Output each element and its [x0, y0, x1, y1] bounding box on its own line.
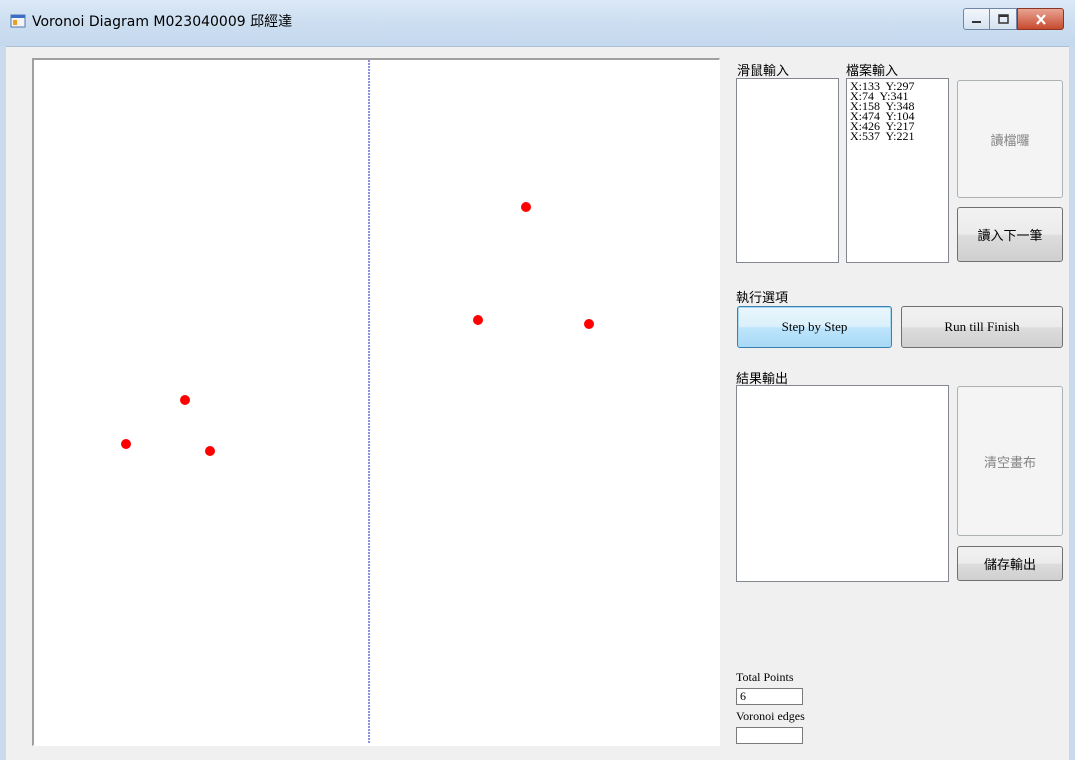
- read-file-button[interactable]: 讀檔囉: [957, 80, 1063, 198]
- window-title: Voronoi Diagram M023040009 邱經達: [32, 14, 293, 30]
- minimize-button[interactable]: [963, 8, 990, 30]
- site-point: [584, 319, 594, 329]
- run-till-finish-button[interactable]: Run till Finish: [901, 306, 1063, 348]
- maximize-button[interactable]: [990, 8, 1017, 30]
- minimize-icon: [972, 20, 981, 23]
- site-point: [205, 446, 215, 456]
- title-bar[interactable]: Voronoi Diagram M023040009 邱經達: [0, 0, 1075, 47]
- canvas-surface[interactable]: [34, 60, 718, 744]
- close-icon: [1035, 13, 1046, 25]
- total-points-label: Total Points: [736, 670, 794, 684]
- site-point: [121, 439, 131, 449]
- clear-canvas-button[interactable]: 清空畫布: [957, 386, 1063, 536]
- maximize-icon: [997, 14, 1009, 24]
- file-input-lines: X:133 Y:297 X:74 Y:341 X:158 Y:348 X:474 Y:…: [847, 79, 948, 143]
- read-next-button[interactable]: 讀入下一筆: [957, 207, 1063, 262]
- site-point: [180, 395, 190, 405]
- app-window: Voronoi Diagram M023040009 邱經達 滑鼠輸入 檔案輸入…: [0, 0, 1075, 760]
- file-input-line: X:537 Y:221: [850, 129, 915, 143]
- drawing-canvas[interactable]: [32, 58, 720, 746]
- mouse-input-label: 滑鼠輸入: [737, 64, 790, 79]
- voronoi-edges-label: Voronoi edges: [736, 709, 805, 723]
- app-window-icon: [10, 14, 26, 28]
- site-point: [521, 202, 531, 212]
- voronoi-edges-field[interactable]: [736, 727, 803, 744]
- step-by-step-button[interactable]: Step by Step: [737, 306, 892, 348]
- total-points-field[interactable]: 6: [736, 688, 803, 705]
- close-button[interactable]: [1017, 8, 1064, 30]
- window-left-border: [0, 46, 6, 760]
- result-output-box[interactable]: [736, 385, 949, 582]
- mouse-input-list[interactable]: [736, 78, 839, 263]
- window-right-border: [1069, 46, 1075, 760]
- save-output-button[interactable]: 儲存輸出: [957, 546, 1063, 581]
- file-input-list[interactable]: X:133 Y:297 X:74 Y:341 X:158 Y:348 X:474 Y:…: [846, 78, 949, 263]
- file-input-label: 檔案輸入: [846, 64, 899, 79]
- run-options-label: 執行選項: [736, 291, 789, 306]
- site-point: [473, 315, 483, 325]
